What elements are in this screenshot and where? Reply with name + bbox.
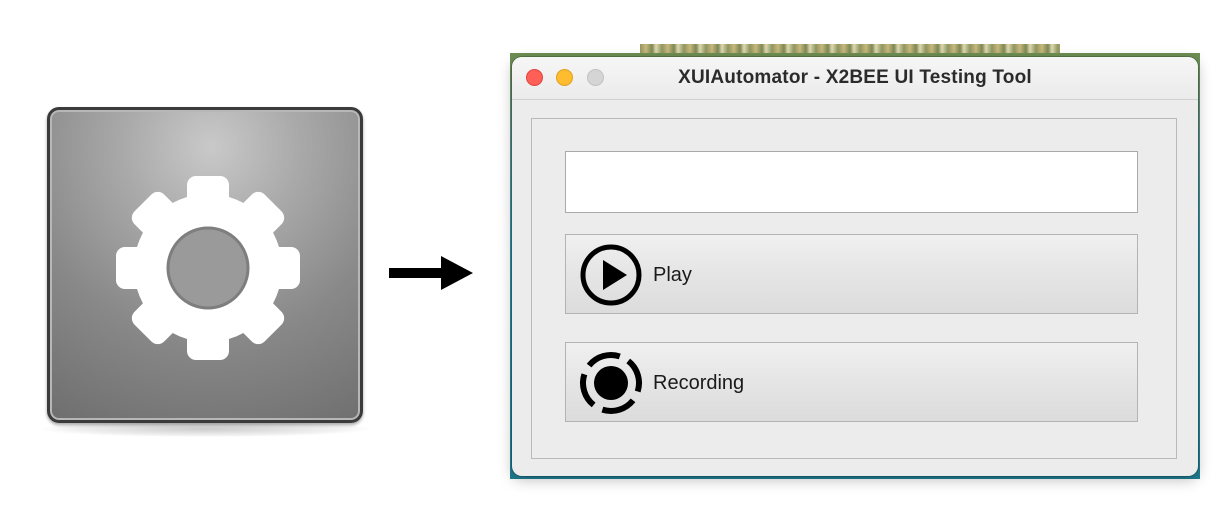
recording-button[interactable]: Recording (565, 342, 1138, 422)
play-circle-icon (580, 244, 642, 306)
app-window: XUIAutomator - X2BEE UI Testing Tool Pla… (512, 57, 1198, 476)
gear-icon (116, 176, 300, 360)
title-bar[interactable]: XUIAutomator - X2BEE UI Testing Tool (512, 57, 1198, 100)
main-panel: Play Recording (531, 118, 1177, 459)
play-button[interactable]: Play (565, 234, 1138, 314)
arrow-right-icon (389, 256, 473, 290)
app-icon (47, 107, 363, 423)
url-input[interactable] (565, 151, 1138, 213)
record-icon (580, 352, 642, 414)
app-icon-shadow (41, 421, 369, 437)
window-title: XUIAutomator - X2BEE UI Testing Tool (678, 67, 1032, 88)
app-icon-tile (37, 103, 373, 439)
play-button-label: Play (653, 264, 692, 286)
recording-button-label: Recording (653, 372, 745, 394)
